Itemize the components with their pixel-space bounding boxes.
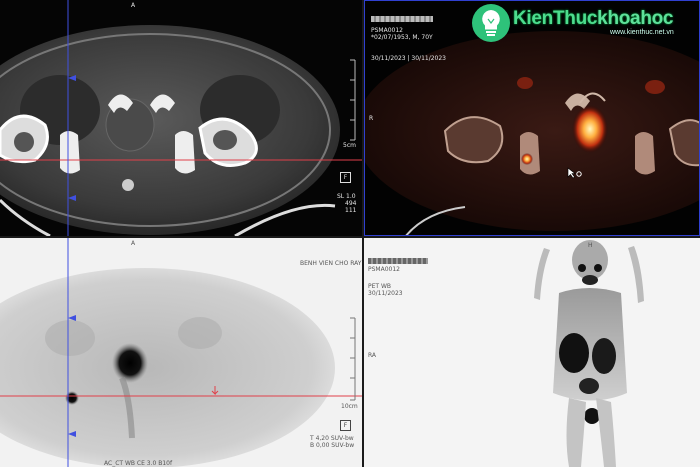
- pet-mip-viewport[interactable]: PSMA0012 PET WB 30/11/2023 RA H: [364, 238, 700, 467]
- mip-redacted-name: [368, 258, 428, 264]
- mip-date: 30/11/2023: [368, 290, 403, 297]
- ct-orientation-top: A: [131, 2, 136, 9]
- redacted-patient-name: [371, 16, 433, 22]
- pet-scale-label: 10cm: [341, 403, 358, 410]
- viewport-divider-horizontal: [0, 236, 700, 238]
- pet-suv-bottom: B 0,00 SUV-bw: [310, 442, 355, 449]
- viewport-divider-vertical: [362, 0, 364, 467]
- fusion-orientation-left: R: [369, 115, 374, 122]
- mip-image: [534, 240, 644, 467]
- pet-orientation-top: A: [131, 240, 136, 247]
- ct-axial-viewport[interactable]: A 5cm F SL 1.0 494 111: [0, 0, 362, 236]
- ct-window-center: 111: [345, 207, 357, 214]
- pet-suv-top: T 4,20 SUV-bw: [310, 435, 354, 442]
- ct-flag-icon: F: [340, 172, 351, 183]
- mip-orientation-top: H: [588, 242, 593, 249]
- pet-axial-viewport[interactable]: A BENH VIEN CHO RAY 10cm F T 4,20 SUV-bw…: [0, 238, 362, 467]
- mip-orientation-left: RA: [368, 352, 377, 359]
- fusion-dates: 30/11/2023 | 30/11/2023: [371, 55, 446, 62]
- mip-study-id: PSMA0012: [368, 266, 400, 273]
- ct-scale-label: 5cm: [343, 142, 356, 149]
- watermark-url: www.kienthuc.net.vn: [610, 29, 674, 36]
- lightbulb-logo-icon: [472, 4, 510, 42]
- ct-image: [0, 0, 362, 236]
- kienthuc-watermark: KienThuckhoahoc www.kienthuc.net.vn: [470, 2, 698, 46]
- ct-slice-thickness: SL 1.0: [337, 193, 356, 200]
- pet-recon-label: AC_CT WB CE 3.0 B10f: [104, 460, 173, 467]
- mouse-cursor-icon: [567, 167, 582, 179]
- pet-flag-icon: F: [340, 420, 351, 431]
- pet-institution: BENH VIEN CHO RAY: [300, 260, 362, 267]
- ct-window-width: 494: [345, 200, 357, 207]
- fusion-patient-info: *02/07/1953, M, 70Y: [371, 34, 433, 41]
- pet-image: [0, 238, 362, 467]
- mip-series: PET WB: [368, 283, 392, 290]
- pet-ct-viewer: A 5cm F SL 1.0 494 111 PSMA0012 *02/07/1…: [0, 0, 700, 467]
- watermark-brand: KienThuckhoahoc: [513, 8, 674, 29]
- fusion-study-id: PSMA0012: [371, 27, 403, 34]
